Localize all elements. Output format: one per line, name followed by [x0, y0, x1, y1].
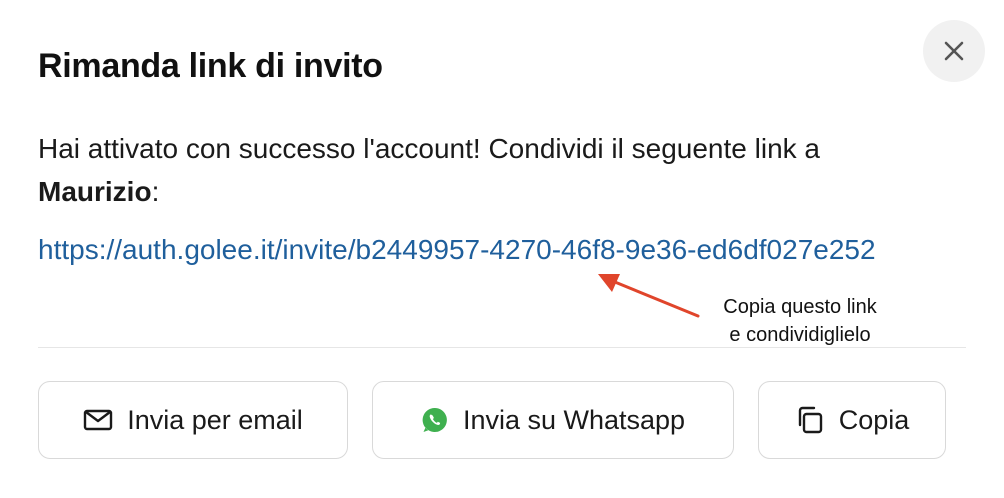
close-icon — [944, 41, 964, 61]
invite-link[interactable]: https://auth.golee.it/invite/b2449957-42… — [38, 227, 918, 272]
annotation-arrow-icon — [598, 274, 700, 318]
copy-icon — [795, 405, 825, 435]
send-whatsapp-label: Invia su Whatsapp — [462, 404, 686, 435]
send-email-label: Invia per email — [127, 404, 303, 435]
whatsapp-icon — [421, 406, 449, 434]
success-message: Hai attivato con successo l'account! Con… — [38, 127, 938, 213]
close-button[interactable] — [923, 20, 985, 82]
mail-icon — [83, 409, 113, 431]
copy-button[interactable]: Copia — [758, 381, 946, 459]
message-suffix: : — [151, 176, 160, 207]
dialog-title: Rimanda link di invito — [38, 47, 383, 85]
send-whatsapp-button[interactable]: Invia su Whatsapp — [372, 381, 734, 459]
annotation-line-1: Copia questo link — [723, 296, 877, 318]
recipient-name: Maurizio — [38, 176, 152, 207]
divider — [38, 347, 966, 348]
annotation-line-2: e condividiglielo — [729, 324, 871, 346]
resend-invite-dialog: Rimanda link di invito Hai attivato con … — [0, 0, 1004, 498]
annotation-note: Copia questo link e condividiglielo — [700, 293, 900, 349]
copy-label: Copia — [838, 404, 910, 435]
message-text: Hai attivato con successo l'account! Con… — [38, 133, 820, 164]
send-email-button[interactable]: Invia per email — [38, 381, 348, 459]
